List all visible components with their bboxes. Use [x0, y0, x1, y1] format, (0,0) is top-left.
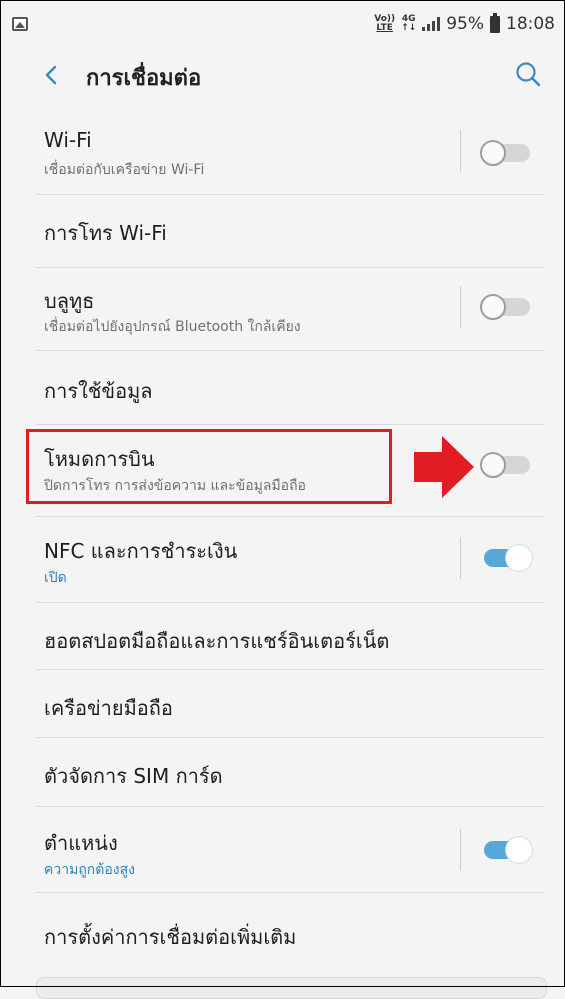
item-title: ตัวจัดการ SIM การ์ด [44, 764, 223, 788]
volte-icon: Vo)) LTE [374, 15, 395, 33]
vertical-divider [460, 829, 461, 871]
item-title: บลูทูธ [44, 289, 95, 313]
volte-bottom-text: LTE [376, 23, 393, 33]
item-title: การโทร Wi-Fi [44, 221, 167, 245]
location-toggle[interactable] [480, 837, 532, 863]
status-left [12, 17, 28, 31]
status-right: Vo)) LTE 4G ↑↓ 95% 18:08 [374, 12, 555, 34]
item-title: Wi-Fi [44, 128, 92, 152]
list-item-sim-manager[interactable]: ตัวจัดการ SIM การ์ด [0, 738, 565, 806]
airplane-mode-toggle[interactable] [480, 452, 532, 478]
app-header: การเชื่อมต่อ [0, 48, 565, 102]
item-title: การใช้ข้อมูล [44, 379, 153, 403]
item-title: ตำแหน่ง [44, 831, 118, 855]
item-subtitle: เปิด [44, 570, 67, 586]
battery-icon [490, 12, 500, 33]
list-item-wifi-calling[interactable]: การโทร Wi-Fi [0, 195, 565, 265]
vertical-divider [460, 537, 461, 579]
list-item-more-connection-settings[interactable]: การตั้งค่าการเชื่อมต่อเพิ่มเติม [0, 893, 565, 973]
image-notification-icon [12, 17, 28, 31]
wifi-toggle[interactable] [480, 140, 532, 166]
vertical-divider [460, 130, 461, 172]
item-subtitle: เชื่อมต่อกับเครือข่าย Wi-Fi [44, 162, 205, 178]
list-item-wifi[interactable]: Wi-Fi เชื่อมต่อกับเครือข่าย Wi-Fi [0, 118, 565, 192]
battery-percent: 95% [446, 14, 484, 34]
list-item-mobile-networks[interactable]: เครือข่ายมือถือ [0, 670, 565, 736]
network-type-icon: 4G ↑↓ [401, 15, 416, 33]
bluetooth-toggle[interactable] [480, 294, 532, 320]
item-subtitle: ความถูกต้องสูง [44, 862, 135, 878]
signal-icon [422, 17, 441, 31]
network-bottom-text: ↑↓ [401, 23, 417, 33]
status-bar: Vo)) LTE 4G ↑↓ 95% 18:08 [0, 0, 565, 48]
clock: 18:08 [506, 14, 555, 34]
list-item-location[interactable]: ตำแหน่ง ความถูกต้องสูง [0, 807, 565, 891]
page-title: การเชื่อมต่อ [86, 66, 202, 91]
list-item-hotspot[interactable]: ฮอตสปอตมือถือและการแชร์อินเตอร์เน็ต [0, 603, 565, 669]
item-title: ฮอตสปอตมือถือและการแชร์อินเตอร์เน็ต [44, 629, 390, 653]
highlight-box [26, 429, 392, 504]
item-title: เครือข่ายมือถือ [44, 696, 173, 720]
red-arrow-icon [414, 436, 474, 498]
item-title: การตั้งค่าการเชื่อมต่อเพิ่มเติม [44, 925, 297, 949]
bottom-card [36, 977, 547, 999]
item-title: NFC และการชำระเงิน [44, 539, 238, 563]
vertical-divider [460, 286, 461, 328]
nfc-toggle[interactable] [480, 545, 532, 571]
search-icon[interactable] [512, 58, 544, 90]
list-item-bluetooth[interactable]: บลูทูธ เชื่อมต่อไปยังอุปกรณ์ Bluetooth ใ… [0, 268, 565, 342]
list-item-nfc[interactable]: NFC และการชำระเงิน เปิด [0, 517, 565, 601]
list-item-data-usage[interactable]: การใช้ข้อมูล [0, 351, 565, 419]
item-subtitle: เชื่อมต่อไปยังอุปกรณ์ Bluetooth ใกล้เคีย… [44, 319, 301, 335]
back-arrow-icon[interactable] [36, 60, 66, 90]
